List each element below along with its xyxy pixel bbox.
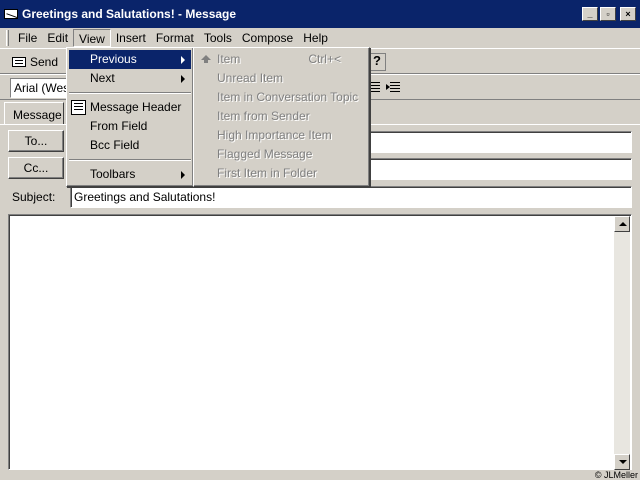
menu-item-toolbars-label: Toolbars <box>90 167 136 181</box>
scroll-up-button[interactable] <box>614 216 630 232</box>
envelope-icon <box>4 9 18 19</box>
scroll-down-button[interactable] <box>614 454 630 470</box>
submenu-item-unread-item[interactable]: Unread Item <box>196 69 367 88</box>
menu-item-message-header[interactable]: Message Header <box>69 98 191 117</box>
send-button[interactable]: Send <box>12 52 58 72</box>
menu-format[interactable]: Format <box>151 29 199 47</box>
submenu-item-high-importance[interactable]: High Importance Item <box>196 126 367 145</box>
menu-item-toolbars[interactable]: Toolbars <box>69 165 191 184</box>
menu-item-previous-label: Previous <box>90 52 137 66</box>
shortcut-label: Ctrl+< <box>308 52 341 66</box>
indent-icon[interactable] <box>386 79 404 97</box>
send-label: Send <box>30 55 59 69</box>
previous-submenu: Item Ctrl+< Unread Item Item in Conversa… <box>193 47 370 187</box>
submenu-item-conversation-topic[interactable]: Item in Conversation Topic <box>196 88 367 107</box>
to-button[interactable]: To... <box>8 130 64 152</box>
vertical-scrollbar[interactable] <box>614 216 630 470</box>
submenu-item-label: Unread Item <box>217 71 284 85</box>
submenu-item-flagged-message[interactable]: Flagged Message <box>196 145 367 164</box>
menu-separator <box>69 159 191 161</box>
menu-separator <box>69 92 191 94</box>
send-icon <box>12 57 26 67</box>
copyright-text: © JLMeller <box>594 470 638 480</box>
menu-item-next[interactable]: Next <box>69 69 191 88</box>
subject-label: Subject: <box>12 190 56 204</box>
submenu-item-first-in-folder[interactable]: First Item in Folder <box>196 164 367 183</box>
menu-edit[interactable]: Edit <box>42 29 73 47</box>
menu-tools[interactable]: Tools <box>199 29 237 47</box>
menu-help[interactable]: Help <box>298 29 333 47</box>
message-header-icon <box>71 100 86 115</box>
submenu-item-label: Item from Sender <box>217 109 310 123</box>
menu-view[interactable]: View <box>73 29 111 47</box>
submenu-item-label: High Importance Item <box>217 128 332 142</box>
maximize-button[interactable]: ▫ <box>600 7 616 21</box>
subject-field[interactable]: Greetings and Salutations! <box>70 186 632 208</box>
align-icon[interactable] <box>368 79 386 97</box>
message-window: Greetings and Salutations! - Message _ ▫… <box>0 0 640 480</box>
menu-file[interactable]: File <box>13 29 42 47</box>
submenu-arrow-icon <box>181 56 185 64</box>
submenu-item-label: Flagged Message <box>217 147 313 161</box>
message-body[interactable] <box>8 214 632 470</box>
minimize-button[interactable]: _ <box>582 7 598 21</box>
view-menu: Previous Next Message Header From Field … <box>66 47 194 187</box>
menubar-grip[interactable] <box>6 30 9 46</box>
font-select[interactable]: Arial (West <box>10 78 68 98</box>
menu-insert[interactable]: Insert <box>111 29 151 47</box>
window-title: Greetings and Salutations! - Message <box>22 7 237 21</box>
menu-item-next-label: Next <box>90 71 115 85</box>
menu-item-from-field[interactable]: From Field <box>69 117 191 136</box>
submenu-arrow-icon <box>181 75 185 83</box>
menu-item-from-field-label: From Field <box>90 119 148 133</box>
menu-item-previous[interactable]: Previous <box>69 50 191 69</box>
tab-message[interactable]: Message <box>4 102 64 124</box>
cc-button[interactable]: Cc... <box>8 157 64 179</box>
menu-compose[interactable]: Compose <box>237 29 298 47</box>
submenu-item-from-sender[interactable]: Item from Sender <box>196 107 367 126</box>
menu-item-bcc-field-label: Bcc Field <box>90 138 140 152</box>
menu-item-bcc-field[interactable]: Bcc Field <box>69 136 191 155</box>
submenu-item-item[interactable]: Item Ctrl+< <box>196 50 367 69</box>
caption-buttons: _ ▫ × <box>582 7 636 21</box>
title-bar[interactable]: Greetings and Salutations! - Message _ ▫… <box>0 0 640 28</box>
menu-bar: File Edit View Insert Format Tools Compo… <box>0 28 640 48</box>
submenu-item-label: First Item in Folder <box>217 166 318 180</box>
submenu-item-label: Item <box>217 52 241 66</box>
previous-item-icon <box>198 52 213 67</box>
submenu-item-label: Item in Conversation Topic <box>217 90 359 104</box>
close-button[interactable]: × <box>620 7 636 21</box>
menu-item-message-header-label: Message Header <box>90 100 182 114</box>
submenu-arrow-icon <box>181 171 185 179</box>
help-icon[interactable] <box>368 53 386 71</box>
